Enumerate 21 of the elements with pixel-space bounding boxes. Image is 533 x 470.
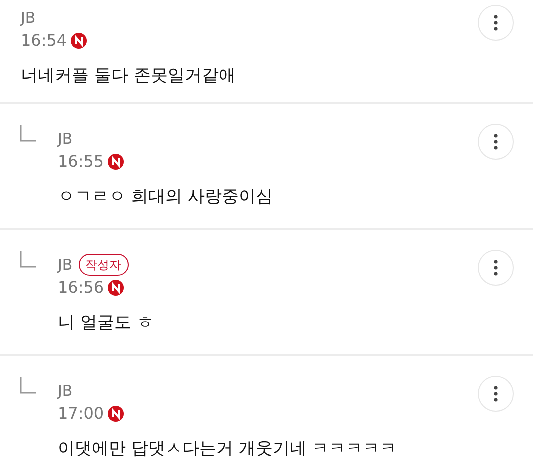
author-name: JB <box>58 380 73 402</box>
comment-time: 16:55 <box>58 151 104 173</box>
comment-text: 니 얼굴도 ㅎ <box>58 313 154 333</box>
comment-text: 너네커플 둘다 존못일거같애 <box>21 66 236 86</box>
comment-time: 17:00 <box>58 403 104 425</box>
comment-time: 16:56 <box>58 277 104 299</box>
author-name: JB <box>58 128 73 150</box>
more-button[interactable] <box>478 250 514 286</box>
more-icon <box>494 15 498 31</box>
comment-time: 16:54 <box>21 30 68 52</box>
comment-text: ㅇㄱㄹㅇ 희대의 사랑중이심 <box>58 187 273 207</box>
more-icon <box>494 260 498 276</box>
more-button[interactable] <box>478 376 514 412</box>
more-button[interactable] <box>478 5 514 41</box>
author-name: JB <box>21 8 36 29</box>
author-name: JB <box>58 254 73 276</box>
more-button[interactable] <box>478 124 514 160</box>
author-badge: 작성자 <box>78 254 129 276</box>
more-icon <box>494 386 498 402</box>
more-icon <box>494 134 498 150</box>
comment-text: 이댓에만 답댓ㅅ다는거 개웃기네 ㅋㅋㅋㅋㅋ <box>58 439 398 459</box>
